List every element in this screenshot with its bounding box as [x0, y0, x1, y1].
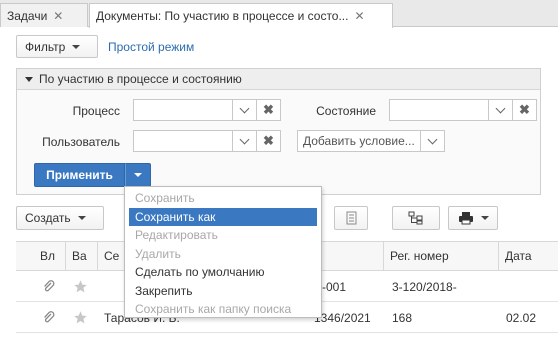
process-clear-button[interactable]: ✖: [257, 99, 281, 121]
printer-icon: [458, 212, 473, 225]
state-dropdown-button[interactable]: [489, 99, 513, 121]
add-condition-dropdown-button[interactable]: [421, 130, 445, 152]
date-cell: 02.02: [506, 310, 537, 325]
attachment-icon: [42, 302, 56, 333]
tab-label: Задачи: [7, 8, 48, 23]
date-cell: [506, 271, 558, 302]
process-dropdown-button[interactable]: [233, 99, 257, 121]
caret-down-icon: [77, 216, 86, 220]
clear-icon: ✖: [519, 102, 530, 117]
apply-dropdown-button[interactable]: [125, 163, 151, 187]
star-icon[interactable]: [73, 271, 88, 302]
user-label: Пользователь: [42, 135, 120, 149]
print-button[interactable]: [448, 206, 498, 230]
filter-panel-header[interactable]: По участию в процессе и состоянию: [17, 69, 540, 90]
process-input[interactable]: [133, 99, 233, 121]
reg-number-cell: 3-120/2018-: [392, 279, 457, 294]
filter-button-label: Фильтр: [25, 39, 66, 54]
menu-item-save[interactable]: Сохранить: [125, 189, 321, 208]
filter-panel-title: По участию в процессе и состоянию: [39, 72, 242, 86]
menu-item-set-default[interactable]: Сделать по умолчанию: [125, 263, 321, 282]
star-icon[interactable]: [73, 302, 88, 333]
close-icon[interactable]: ✕: [53, 9, 63, 23]
reg-number-cell: 168: [392, 310, 413, 325]
state-input[interactable]: [389, 99, 489, 121]
column-header[interactable]: Ва: [66, 241, 98, 271]
close-icon[interactable]: ✕: [354, 9, 364, 23]
create-button-label: Создать: [25, 211, 71, 225]
column-header[interactable]: Дата: [499, 241, 558, 271]
tab-label: Документы: По участию в процессе и состо…: [96, 9, 349, 23]
user-input[interactable]: [133, 130, 233, 152]
chevron-down-icon: [495, 103, 506, 113]
process-label: Процесс: [72, 104, 120, 118]
clear-icon: ✖: [263, 102, 274, 117]
user-clear-button[interactable]: ✖: [257, 130, 281, 152]
doc-number-cell: 1346/2021: [314, 310, 371, 325]
menu-item-pin[interactable]: Закрепить: [125, 282, 321, 301]
menu-item-edit[interactable]: Редактировать: [125, 226, 321, 245]
menu-item-save-as-search-folder[interactable]: Сохранить как папку поиска: [125, 300, 321, 319]
simple-mode-link[interactable]: Простой режим: [108, 40, 194, 54]
caret-down-icon: [72, 44, 81, 49]
collapse-triangle-icon: [25, 76, 33, 82]
create-button[interactable]: Создать: [16, 206, 104, 230]
state-label: Состояние: [316, 104, 376, 118]
state-clear-button[interactable]: ✖: [513, 99, 537, 121]
column-header[interactable]: Вл: [34, 241, 66, 271]
doc-number-cell: -001: [322, 279, 347, 294]
column-header[interactable]: Се: [98, 241, 126, 271]
hierarchy-icon: [408, 211, 423, 225]
tab-documents[interactable]: Документы: По участию в процессе и состо…: [89, 3, 393, 28]
filter-button[interactable]: Фильтр: [16, 35, 98, 58]
export-button[interactable]: [334, 206, 368, 230]
chevron-down-icon: [427, 134, 438, 144]
menu-item-save-as[interactable]: Сохранить как: [129, 207, 317, 226]
apply-button-label: Применить: [46, 168, 113, 182]
caret-down-icon: [480, 216, 489, 220]
caret-down-icon: [134, 173, 142, 177]
add-condition-select[interactable]: Добавить условие...: [297, 130, 421, 152]
clear-icon: ✖: [263, 133, 274, 148]
apply-button[interactable]: Применить: [34, 163, 125, 187]
chevron-down-icon: [239, 134, 250, 144]
tab-tasks[interactable]: Задачи ✕: [0, 3, 88, 27]
user-dropdown-button[interactable]: [233, 130, 257, 152]
save-options-menu: Сохранить Сохранить как Редактировать Уд…: [124, 186, 322, 318]
hierarchy-button[interactable]: [392, 206, 440, 230]
export-icon: [346, 211, 357, 225]
chevron-down-icon: [239, 103, 250, 113]
add-condition-value: Добавить условие...: [303, 134, 415, 148]
menu-item-delete[interactable]: Удалить: [125, 245, 321, 264]
attachment-icon: [42, 271, 56, 302]
column-header[interactable]: Рег. номер: [384, 241, 499, 271]
